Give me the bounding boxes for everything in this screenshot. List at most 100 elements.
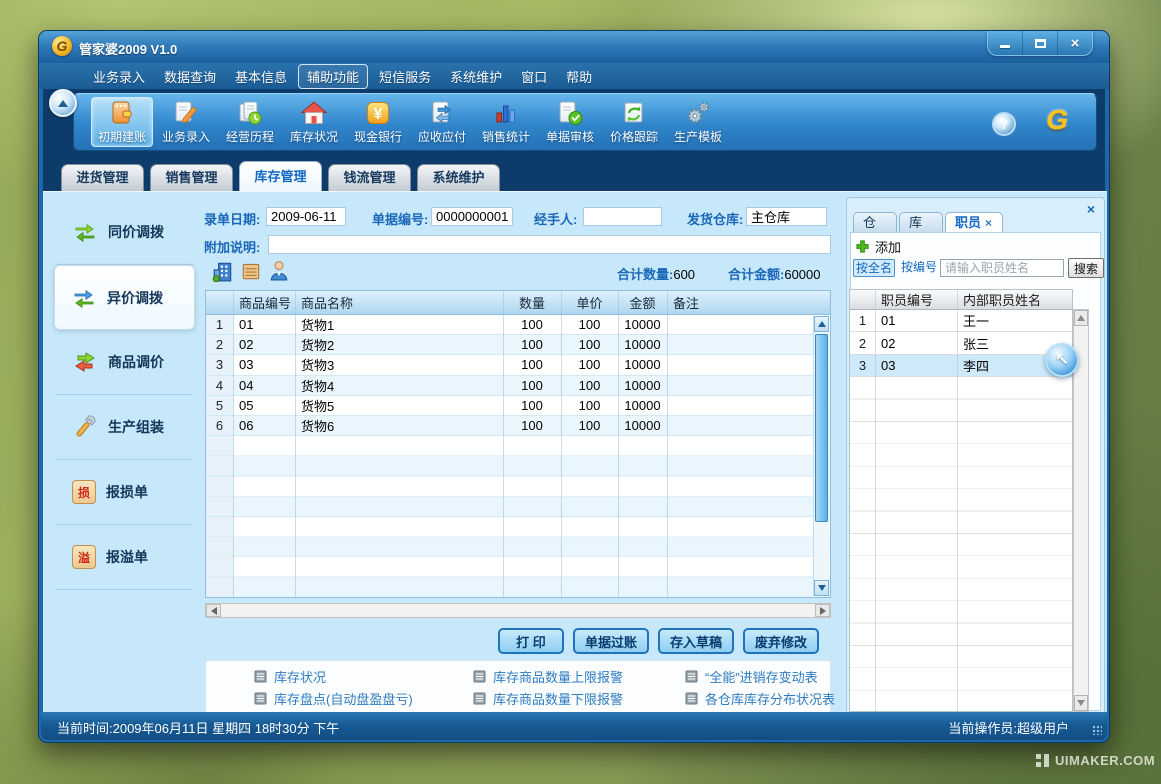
warehouse-building-icon[interactable] bbox=[212, 260, 234, 282]
scroll-down-button[interactable] bbox=[1074, 695, 1088, 711]
scroll-down-button[interactable] bbox=[814, 580, 829, 596]
panel-close-icon[interactable]: × bbox=[1087, 201, 1095, 217]
staff-row-selected[interactable]: 303李四 bbox=[850, 355, 1072, 377]
sidebar-item-loss-report[interactable]: 损 报损单 bbox=[56, 460, 193, 525]
print-button[interactable]: 打 印 bbox=[498, 628, 564, 654]
tab-warehouse[interactable]: 仓库 bbox=[853, 212, 897, 233]
date-input[interactable] bbox=[266, 207, 346, 226]
scroll-right-button[interactable] bbox=[815, 604, 830, 617]
toolbar-button-inventory-status[interactable]: 库存状况 bbox=[283, 97, 345, 147]
warehouse-distribution-link[interactable]: 各仓库库存分布状况表 bbox=[685, 689, 835, 708]
scroll-up-button[interactable] bbox=[1074, 310, 1088, 326]
staff-tab-close-icon[interactable]: × bbox=[985, 216, 992, 230]
menu-item-sms-service[interactable]: 短信服务 bbox=[371, 65, 439, 88]
table-horizontal-scrollbar[interactable] bbox=[205, 603, 831, 618]
sidebar-item-production-assembly[interactable]: 生产组装 bbox=[56, 395, 193, 460]
toolbar-collapse-button[interactable] bbox=[49, 89, 77, 117]
toolbar-button-operation-history[interactable]: 经营历程 bbox=[219, 97, 281, 147]
scrollbar-thumb[interactable] bbox=[815, 334, 828, 522]
sidebar-item-diff-price-transfer[interactable]: 异价调拨 bbox=[54, 265, 195, 330]
resize-grip[interactable] bbox=[1092, 725, 1102, 735]
table-row[interactable]: 202货物210010010000 bbox=[206, 335, 830, 355]
staff-person-icon[interactable] bbox=[268, 259, 290, 281]
menu-item-data-query[interactable]: 数据查询 bbox=[156, 65, 224, 88]
table-row[interactable]: 303货物310010010000 bbox=[206, 355, 830, 375]
scroll-left-button[interactable] bbox=[206, 604, 221, 617]
tab-cash-flow-management[interactable]: 钱流管理 bbox=[328, 164, 411, 191]
doc-no-input[interactable] bbox=[431, 207, 513, 226]
staff-search-input[interactable] bbox=[940, 259, 1064, 277]
search-button[interactable]: 搜索 bbox=[1068, 258, 1104, 278]
toolbar-button-production-template[interactable]: 生产模板 bbox=[667, 97, 729, 147]
stocktake-link[interactable]: 库存盘点(自动盘盈盘亏) bbox=[254, 689, 473, 708]
staff-row[interactable]: 101王一 bbox=[850, 310, 1072, 332]
table-row[interactable]: 505货物510010010000 bbox=[206, 396, 830, 416]
table-row[interactable]: 101货物110010010000 bbox=[206, 315, 830, 335]
action-button-row: 打 印 单据过账 存入草稿 废弃修改 bbox=[205, 628, 831, 654]
staff-table: 职员编号 内部职员姓名 101王一 202张三 303李四 bbox=[849, 289, 1073, 712]
menu-item-auxiliary-functions[interactable]: 辅助功能 bbox=[298, 64, 368, 89]
total-amount: 合计金额:60000 bbox=[728, 264, 821, 283]
date-label: 录单日期: bbox=[204, 209, 260, 228]
toolbar-button-cash-bank[interactable]: ¥ 现金银行 bbox=[347, 97, 409, 147]
warehouse-input[interactable] bbox=[746, 207, 827, 226]
filter-by-code-chip[interactable]: 按编号 bbox=[899, 259, 939, 277]
table-row[interactable]: 404货物410010010000 bbox=[206, 376, 830, 396]
toolbar-button-receivable-payable[interactable]: 应收应付 bbox=[411, 97, 473, 147]
tab-purchase-management[interactable]: 进货管理 bbox=[61, 164, 144, 191]
report-icon bbox=[473, 670, 486, 683]
scroll-up-button[interactable] bbox=[814, 316, 829, 332]
toolbar-button-initial-setup[interactable]: 初期建账 bbox=[91, 97, 153, 147]
filter-by-fullname-chip[interactable]: 按全名 bbox=[853, 259, 895, 277]
bar-chart-icon bbox=[493, 100, 519, 126]
sidebar-item-overflow-report[interactable]: 溢 报溢单 bbox=[56, 525, 193, 590]
empty-rows bbox=[850, 377, 1072, 711]
post-document-button[interactable]: 单据过账 bbox=[573, 628, 649, 654]
window-controls: × bbox=[987, 31, 1093, 56]
sidebar-item-same-price-transfer[interactable]: 同价调拨 bbox=[56, 200, 193, 265]
menu-item-window[interactable]: 窗口 bbox=[513, 65, 555, 88]
save-draft-button[interactable]: 存入草稿 bbox=[658, 628, 734, 654]
doc-no-label: 单据编号: bbox=[372, 209, 428, 228]
sidebar-item-goods-price-adjust[interactable]: 商品调价 bbox=[56, 330, 193, 395]
menu-item-help[interactable]: 帮助 bbox=[558, 65, 600, 88]
table-vertical-scrollbar[interactable] bbox=[813, 316, 829, 596]
add-staff-button[interactable]: 添加 bbox=[855, 237, 901, 256]
maximize-icon bbox=[1035, 39, 1046, 48]
tab-inventory-management[interactable]: 库存管理 bbox=[239, 161, 322, 191]
toolbar-button-price-tracking[interactable]: 价格跟踪 bbox=[603, 97, 665, 147]
staff-row[interactable]: 202张三 bbox=[850, 332, 1072, 354]
help-button[interactable]: ? bbox=[992, 112, 1016, 136]
close-button[interactable]: × bbox=[1057, 31, 1092, 55]
menu-item-business-entry[interactable]: 业务录入 bbox=[85, 65, 153, 88]
tab-sales-management[interactable]: 销售管理 bbox=[150, 164, 233, 191]
stock-upper-limit-alarm-link[interactable]: 库存商品数量上限报警 bbox=[473, 667, 685, 686]
handler-input[interactable] bbox=[583, 207, 662, 226]
toolbar-button-document-audit[interactable]: 单据审核 bbox=[539, 97, 601, 147]
menu-item-system-maintenance[interactable]: 系统维护 bbox=[442, 65, 510, 88]
table-row[interactable]: 606货物610010010000 bbox=[206, 416, 830, 436]
menu-item-basic-info[interactable]: 基本信息 bbox=[227, 65, 295, 88]
toolbar-button-sales-statistics[interactable]: 销售统计 bbox=[475, 97, 537, 147]
pencil-doc-icon bbox=[173, 100, 199, 126]
total-qty: 合计数量:600 bbox=[617, 264, 695, 283]
discard-changes-button[interactable]: 废弃修改 bbox=[743, 628, 819, 654]
inventory-status-link[interactable]: 库存状况 bbox=[254, 667, 473, 686]
all-in-one-change-table-link[interactable]: “全能”进销存变动表 bbox=[685, 667, 835, 686]
toolbar-button-business-entry[interactable]: 业务录入 bbox=[155, 97, 217, 147]
maximize-button[interactable] bbox=[1022, 31, 1057, 55]
note-input[interactable] bbox=[268, 235, 831, 254]
tab-inventory[interactable]: 库存 bbox=[899, 212, 943, 233]
title-bar[interactable]: G 管家婆2009 V1.0 × bbox=[39, 31, 1109, 63]
svg-text:¥: ¥ bbox=[374, 106, 383, 123]
tab-staff[interactable]: 职员× bbox=[945, 212, 1003, 233]
goods-box-icon[interactable] bbox=[240, 260, 262, 282]
stock-lower-limit-alarm-link[interactable]: 库存商品数量下限报警 bbox=[473, 689, 685, 708]
cursor-pointer-icon bbox=[1045, 343, 1079, 377]
menu-bar: 业务录入 数据查询 基本信息 辅助功能 短信服务 系统维护 窗口 帮助 bbox=[39, 63, 1109, 89]
tab-system-maintenance[interactable]: 系统维护 bbox=[417, 164, 500, 191]
toolbar: 初期建账 业务录入 经营历程 库存状况 ¥ 现金银行 应收应付 bbox=[73, 93, 1097, 151]
plus-icon bbox=[855, 239, 870, 254]
staff-table-header: 职员编号 内部职员姓名 bbox=[850, 290, 1072, 310]
minimize-button[interactable] bbox=[988, 31, 1022, 55]
